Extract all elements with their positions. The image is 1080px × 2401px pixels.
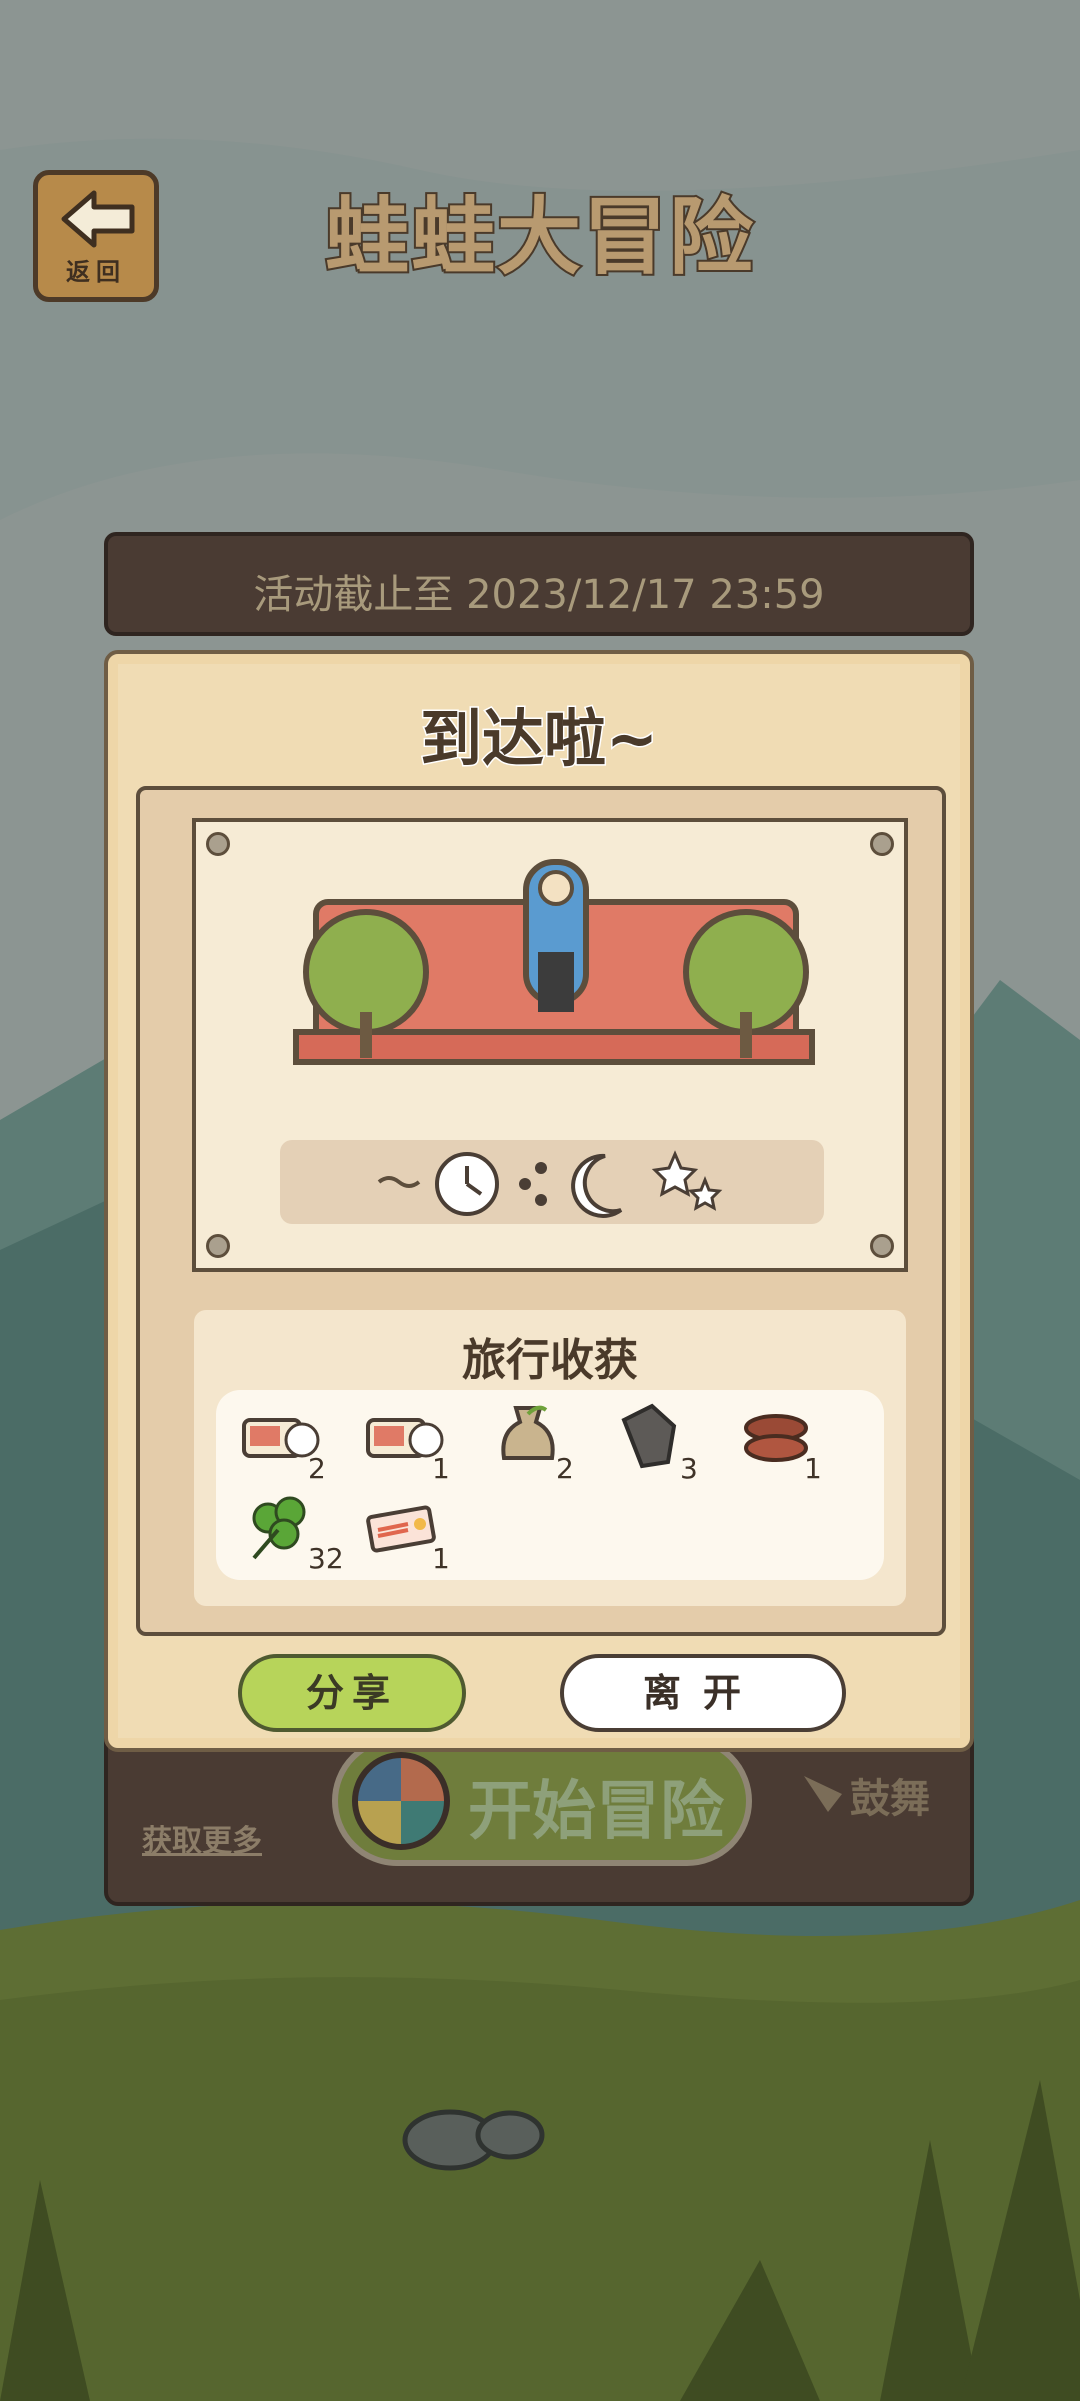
share-button[interactable]: 分享 [238,1654,466,1732]
get-more-link[interactable]: 获取更多 [142,1816,262,1860]
postcard [192,818,908,1272]
item-count: 2 [556,1452,574,1485]
popup-content-frame: 旅行收获 2 1 2 3 1 32 1 [136,786,946,1636]
item-count: 2 [308,1452,326,1485]
item-count: 1 [432,1542,450,1575]
harvest-panel: 旅行收获 2 1 2 3 1 32 1 [194,1310,906,1606]
stars-icon [651,1150,723,1211]
back-button[interactable]: 返回 [33,170,159,302]
start-adventure-label: 开始冒险 [468,1775,724,1849]
cheer-label: 鼓舞 [850,1776,930,1822]
cheer-button[interactable]: 鼓舞 [798,1760,948,1824]
item-count: 3 [680,1452,698,1485]
clock-icon [435,1152,499,1216]
status-icons [377,1150,723,1218]
library-building-illustration [293,859,815,1065]
wheel-icon [352,1752,450,1850]
horn-icon [804,1776,842,1812]
harvest-title: 旅行收获 [462,1335,638,1386]
pin-icon [870,832,894,856]
page-title: 蛙蛙大冒险 [323,186,755,288]
harvest-item[interactable]: 2 [230,1400,340,1490]
back-label: 返回 [66,258,126,286]
back-arrow-icon [61,190,135,248]
pin-icon [206,1234,230,1258]
pin-icon [870,1234,894,1258]
leave-button[interactable]: 离开 [560,1654,846,1732]
popup-title: 到达啦~ [419,701,660,777]
harvest-item[interactable]: 32 [230,1490,344,1580]
harvest-item[interactable]: 1 [354,1400,464,1490]
pin-icon [206,832,230,856]
harvest-grid: 2 1 2 3 1 32 1 [216,1390,884,1580]
arrival-popup: 到达啦~ 旅行收获 2 1 2 3 1 32 1 分享 离开 [104,650,974,1752]
moon-icon [571,1153,623,1218]
harvest-item[interactable]: 1 [726,1400,836,1490]
footprints-icon [519,1162,547,1206]
item-count: 32 [308,1542,344,1575]
item-count: 1 [432,1452,450,1485]
deadline-text: 活动截止至 2023/12/17 23:59 [253,572,825,618]
deadline-board: 活动截止至 2023/12/17 23:59 [104,532,974,636]
harvest-item[interactable]: 1 [354,1490,464,1580]
start-adventure-button[interactable]: 开始冒险 [332,1736,752,1866]
harvest-item[interactable]: 2 [478,1400,588,1490]
dash-icon [377,1176,421,1188]
item-count: 1 [804,1452,822,1485]
status-strip [280,1140,824,1224]
harvest-item[interactable]: 3 [602,1400,712,1490]
